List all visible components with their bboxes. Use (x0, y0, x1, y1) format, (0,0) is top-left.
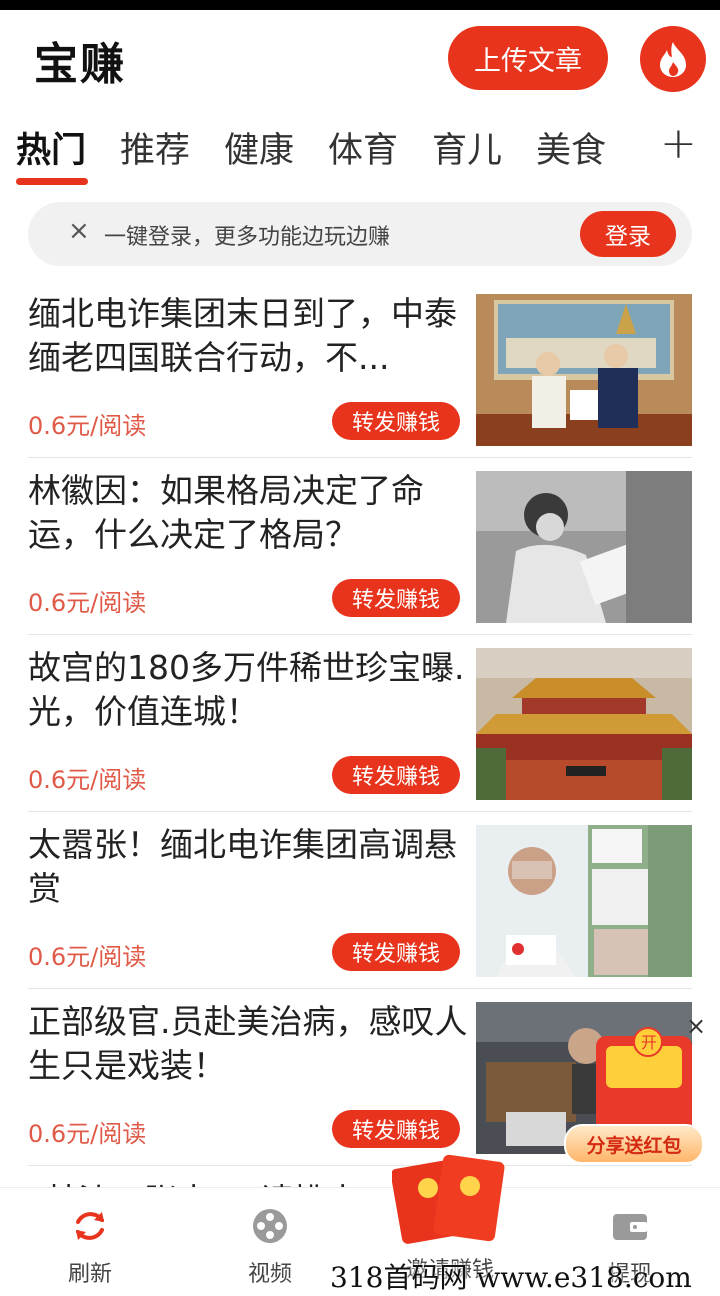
ad-badge-text: 开 (641, 1033, 657, 1052)
share-red-packet-ad[interactable]: 分享送红包 (564, 1124, 704, 1164)
login-banner-text: 一键登录，更多功能边玩边赚 (104, 225, 391, 250)
login-banner: × 一键登录，更多功能边玩边赚 登录 (28, 202, 692, 266)
tab-food[interactable]: 美食 (536, 122, 606, 173)
divider (28, 1165, 692, 1166)
app-title: 宝赚 (34, 39, 126, 90)
nav-video[interactable]: 视频 (210, 1206, 330, 1288)
divider (28, 811, 692, 812)
active-tab-indicator (16, 178, 88, 185)
share-earn-button[interactable]: 转发赚钱 (332, 402, 460, 440)
divider (28, 457, 692, 458)
nav-refresh[interactable]: 刷新 (30, 1206, 150, 1288)
fire-icon (660, 42, 686, 77)
share-earn-button[interactable]: 转发赚钱 (332, 579, 460, 617)
list-item[interactable]: 故宫的180多万件稀世珍宝曝.光，价值连城！ 0.6元/阅读 转发赚钱 (0, 636, 720, 812)
status-bar (0, 0, 720, 10)
ad-close-icon[interactable]: × (686, 1012, 706, 1040)
reward-rate: 0.6元/阅读 (28, 412, 147, 440)
red-envelope-icon[interactable] (390, 1150, 508, 1246)
tab-health[interactable]: 健康 (224, 122, 294, 173)
reward-rate: 0.6元/阅读 (28, 1120, 147, 1148)
article-thumbnail[interactable] (476, 825, 692, 977)
film-reel-icon (253, 1209, 287, 1243)
share-earn-button[interactable]: 转发赚钱 (332, 756, 460, 794)
article-title[interactable]: 正部级官.员赴美治病，感叹人生只是戏装！ (28, 1000, 468, 1088)
article-title[interactable]: 林徽因：如果格局决定了命运，什么决定了格局？ (28, 469, 468, 557)
category-tabs: 热门 推荐 健康 体育 育儿 美食 + (0, 118, 720, 188)
list-item[interactable]: 太嚣张！缅北电诈集团高调悬赏 0.6元/阅读 转发赚钱 (0, 813, 720, 989)
nav-refresh-label: 刷新 (67, 1262, 112, 1287)
article-thumbnail[interactable] (476, 471, 692, 623)
share-earn-button[interactable]: 转发赚钱 (332, 1110, 460, 1148)
nav-video-label: 视频 (247, 1262, 292, 1287)
list-item[interactable]: 林徽因：如果格局决定了命运，什么决定了格局？ 0.6元/阅读 转发赚钱 (0, 459, 720, 635)
tab-recommend[interactable]: 推荐 (120, 122, 190, 173)
upload-article-button[interactable]: 上传文章 (448, 26, 608, 90)
close-icon[interactable]: × (68, 216, 90, 246)
article-thumbnail[interactable] (476, 294, 692, 446)
share-earn-button[interactable]: 转发赚钱 (332, 933, 460, 971)
article-thumbnail[interactable] (476, 648, 692, 800)
tab-hot[interactable]: 热门 (16, 122, 86, 173)
hot-fire-button[interactable] (640, 26, 706, 92)
tab-parenting[interactable]: 育儿 (432, 122, 502, 173)
article-title[interactable]: 太嚣张！缅北电诈集团高调悬赏 (28, 823, 468, 911)
wallet-icon (613, 1214, 647, 1240)
login-button[interactable]: 登录 (580, 211, 676, 257)
divider (28, 634, 692, 635)
reward-rate: 0.6元/阅读 (28, 766, 147, 794)
refresh-icon (76, 1212, 104, 1240)
reward-rate: 0.6元/阅读 (28, 589, 147, 617)
tab-sports[interactable]: 体育 (328, 122, 398, 173)
article-title[interactable]: 故宫的180多万件稀世珍宝曝.光，价值连城！ (28, 646, 468, 734)
divider (28, 988, 692, 989)
list-item[interactable]: 缅北电诈集团末日到了，中泰缅老四国联合行动，不... 0.6元/阅读 转发赚钱 (0, 282, 720, 458)
add-tab-button[interactable]: + (660, 118, 697, 169)
watermark: 318首码网 www.e318.com (330, 1261, 692, 1294)
article-title[interactable]: 缅北电诈集团末日到了，中泰缅老四国联合行动，不... (28, 292, 468, 380)
reward-rate: 0.6元/阅读 (28, 943, 147, 971)
